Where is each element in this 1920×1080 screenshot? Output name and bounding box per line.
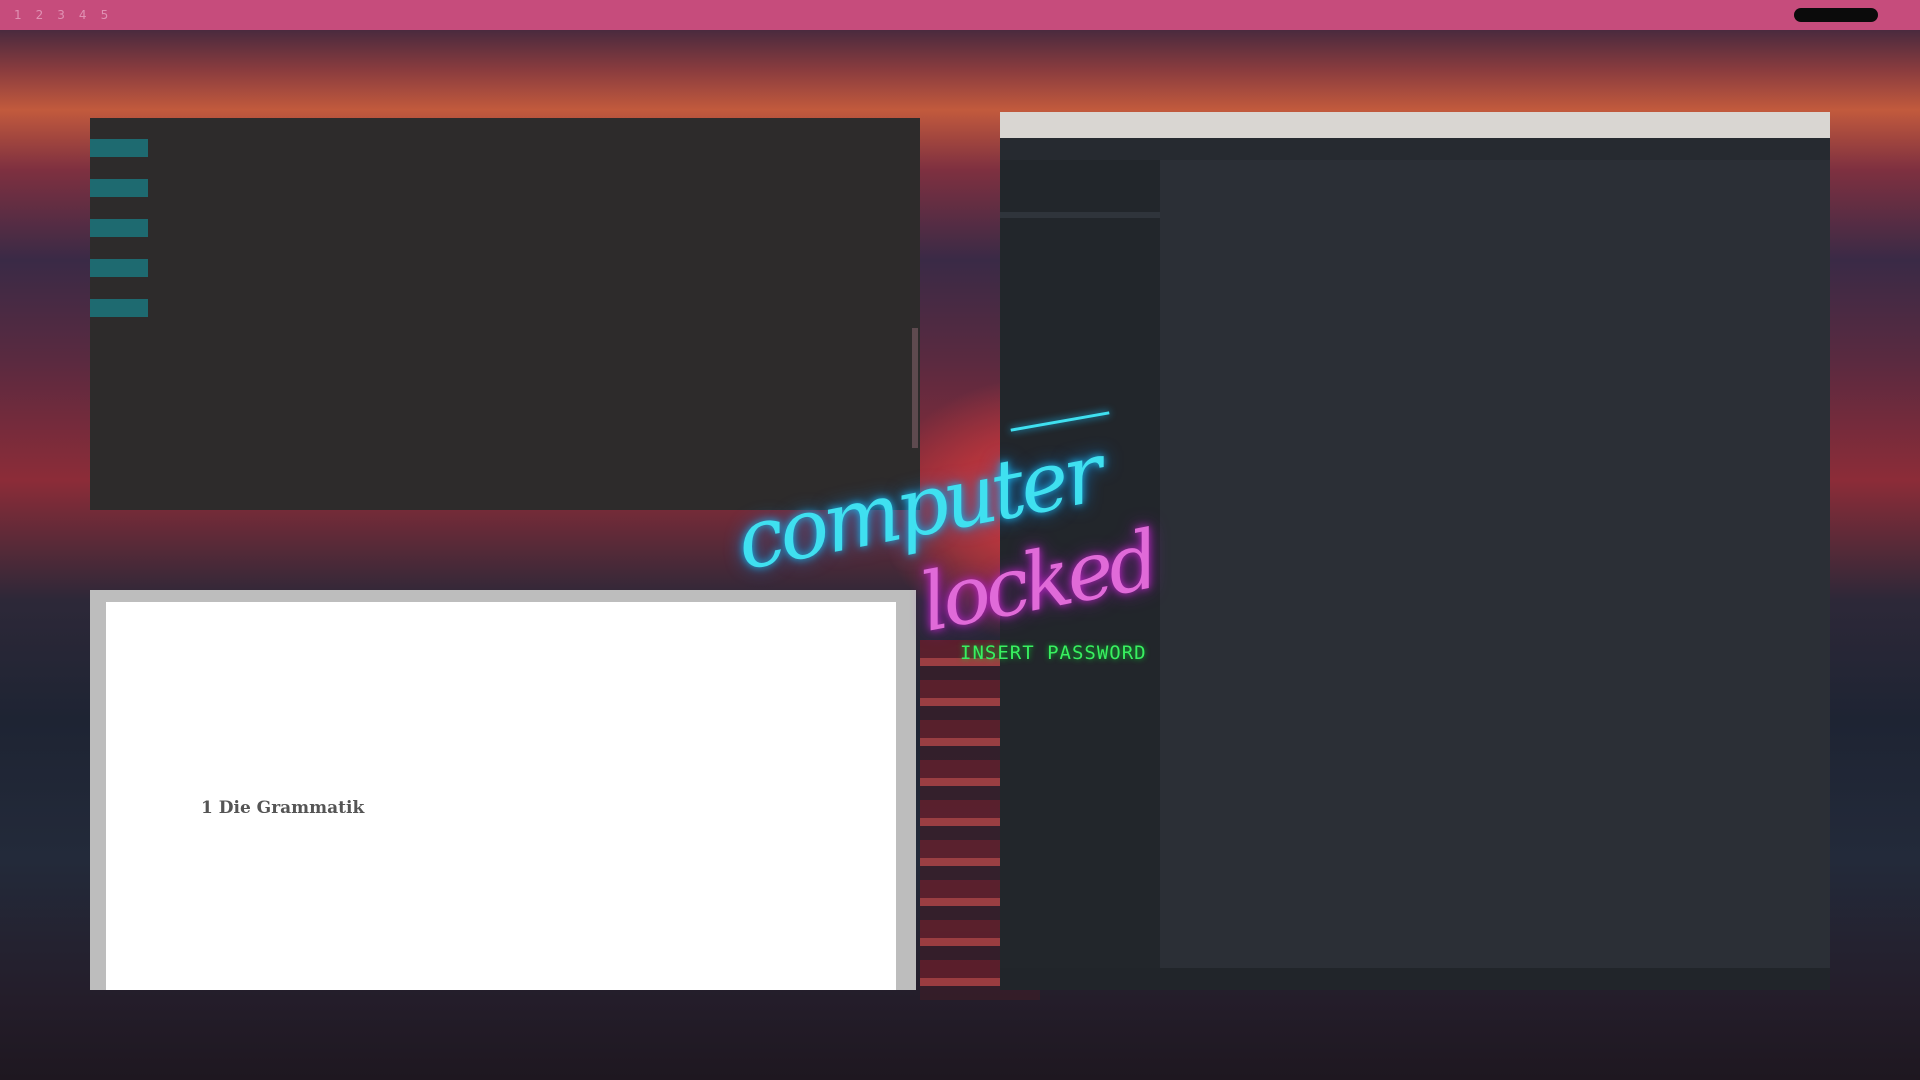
code-area[interactable] xyxy=(1208,168,1808,968)
line-marker xyxy=(90,139,148,157)
workspace-4[interactable]: 4 xyxy=(79,8,87,22)
line-marker xyxy=(90,239,148,257)
terminal-line xyxy=(90,278,920,298)
window-title xyxy=(1000,112,1830,138)
section-title: 1 Die Grammatik xyxy=(201,798,365,818)
workspace-switcher: 1 2 3 4 5 xyxy=(0,8,122,22)
password-prompt[interactable]: INSERT PASSWORD xyxy=(960,642,1147,664)
redacted-pill xyxy=(1794,8,1878,22)
terminal-line xyxy=(90,238,920,258)
line-marker xyxy=(90,279,148,297)
window-title xyxy=(90,118,920,134)
tab[interactable] xyxy=(1240,138,1320,160)
terminal-line xyxy=(90,318,920,338)
terminal-window[interactable] xyxy=(90,118,920,510)
line-marker xyxy=(90,179,148,197)
line-marker xyxy=(90,199,148,217)
terminal-line xyxy=(90,158,920,178)
terminal-line xyxy=(90,178,920,198)
workspace-3[interactable]: 3 xyxy=(57,8,65,22)
terminal-line xyxy=(90,298,920,318)
pdf-viewer-window[interactable]: 1 Die Grammatik xyxy=(90,590,916,990)
document-page: 1 Die Grammatik xyxy=(106,602,896,990)
editor-tabs xyxy=(1000,138,1830,160)
workspace-1[interactable]: 1 xyxy=(14,8,22,22)
folder-item[interactable] xyxy=(1000,160,1160,170)
line-number-gutter xyxy=(1166,168,1192,968)
workspace-5[interactable]: 5 xyxy=(101,8,109,22)
tab[interactable] xyxy=(1160,138,1240,160)
terminal-line xyxy=(90,258,920,278)
workspace-2[interactable]: 2 xyxy=(36,8,44,22)
tab[interactable] xyxy=(1080,138,1160,160)
scrollbar[interactable] xyxy=(912,328,918,448)
line-marker xyxy=(90,219,148,237)
editor-status-bar xyxy=(1000,968,1830,990)
terminal-line xyxy=(90,218,920,238)
line-marker xyxy=(90,159,148,177)
terminal-line xyxy=(90,138,920,158)
line-marker xyxy=(90,319,148,337)
tab[interactable] xyxy=(1000,138,1080,160)
line-marker xyxy=(90,299,148,317)
file-item[interactable] xyxy=(1000,218,1160,224)
top-panel: 1 2 3 4 5 xyxy=(0,0,1920,30)
status-area xyxy=(1724,8,1920,22)
terminal-line xyxy=(90,198,920,218)
terminal-output[interactable] xyxy=(90,134,920,338)
line-marker xyxy=(90,259,148,277)
